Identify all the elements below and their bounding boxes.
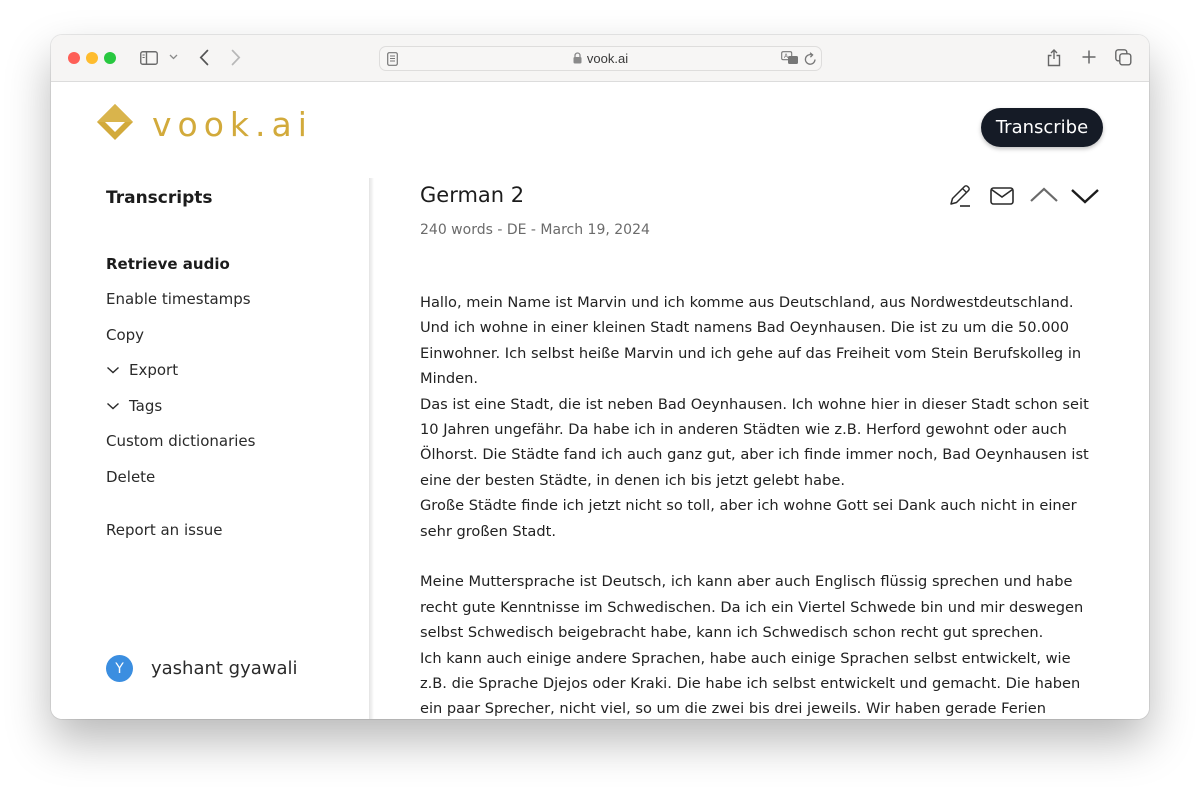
sidebar-item-label: Report an issue: [106, 521, 223, 539]
sidebar-item-label: Tags: [129, 397, 163, 415]
tab-overview-icon[interactable]: [1115, 49, 1132, 66]
web-page: vook.ai Transcribe Transcripts Retrieve …: [51, 83, 1149, 719]
transcribe-button[interactable]: Transcribe: [981, 108, 1103, 147]
edit-pencil-icon[interactable]: [947, 183, 973, 209]
transcript-line: ein paar Sprecher, nicht viel, so um die…: [420, 700, 1047, 718]
transcript-line: Ölhorst. Die Städte fand ich auch ganz g…: [420, 446, 1089, 464]
previous-chevron-up-icon[interactable]: [1029, 186, 1059, 206]
chevron-down-icon: [106, 365, 120, 375]
address-bar[interactable]: vook.ai A: [379, 46, 822, 71]
transcript-paragraph: Meine Muttersprache ist Deutsch, ich kan…: [420, 569, 1092, 719]
minimize-window-button[interactable]: [86, 52, 98, 64]
transcript-line: z.B. die Sprache Djejos oder Kraki. Die …: [420, 675, 1081, 693]
translate-icon[interactable]: A: [781, 51, 799, 66]
transcript-text[interactable]: Hallo, mein Name ist Marvin und ich komm…: [420, 290, 1092, 719]
sidebar-divider: [369, 178, 374, 719]
transcript-line: sehr großen Stadt.: [420, 522, 556, 540]
sidebar-item-enable-timestamps[interactable]: Enable timestamps: [106, 290, 251, 308]
sidebar-toggle-icon[interactable]: [140, 51, 158, 65]
sidebar: Transcripts Retrieve audio Enable timest…: [51, 178, 369, 719]
sidebar-item-tags[interactable]: Tags: [106, 397, 162, 415]
browser-toolbar: vook.ai A: [51, 35, 1149, 82]
zoom-window-button[interactable]: [104, 52, 116, 64]
sidebar-item-label: Retrieve audio: [106, 255, 230, 273]
share-icon[interactable]: [1047, 48, 1061, 67]
sidebar-item-label: Enable timestamps: [106, 290, 251, 308]
email-icon[interactable]: [989, 185, 1015, 207]
transcript-line: selbst Schwedisch beigebracht habe, kann…: [420, 624, 1044, 642]
transcript-panel: German 2 240 words - DE - March 19, 2024: [420, 178, 1100, 719]
chevron-down-icon: [106, 401, 120, 411]
next-chevron-down-icon[interactable]: [1070, 186, 1100, 206]
sidebar-item-report-issue[interactable]: Report an issue: [106, 521, 223, 539]
user-profile[interactable]: Y yashant gyawali: [106, 655, 298, 682]
document-title: German 2: [420, 183, 525, 207]
url-text: vook.ai: [586, 51, 629, 66]
forward-arrow-icon[interactable]: [231, 49, 241, 66]
logo-text: vook.ai: [152, 105, 313, 144]
transcript-line: 10 Jahren ungefähr. Da habe ich in ander…: [420, 421, 1067, 439]
sidebar-item-delete[interactable]: Delete: [106, 468, 155, 486]
transcript-line: recht gute Kenntnisse im Schwedischen. D…: [420, 598, 1084, 616]
plus-icon[interactable]: [1082, 50, 1096, 64]
sidebar-item-label: Export: [129, 361, 179, 379]
sidebar-item-custom-dictionaries[interactable]: Custom dictionaries: [106, 432, 255, 450]
transcript-line: Meine Muttersprache ist Deutsch, ich kan…: [420, 573, 1073, 591]
document-meta: 240 words - DE - March 19, 2024: [420, 222, 650, 238]
sidebar-item-retrieve-audio[interactable]: Retrieve audio: [106, 255, 230, 273]
transcript-line: Ich kann auch einige andere Sprachen, ha…: [420, 649, 1071, 667]
document-actions: [947, 183, 1100, 209]
close-window-button[interactable]: [68, 52, 80, 64]
url-display[interactable]: vook.ai: [380, 51, 821, 67]
sidebar-item-label: Custom dictionaries: [106, 432, 256, 450]
transcript-line: Einwohner. Ich selbst heiße Marvin und i…: [420, 344, 1082, 362]
browser-window: vook.ai A vook.ai Transcribe Transcripts…: [51, 35, 1149, 719]
chevron-down-icon[interactable]: [169, 54, 178, 60]
sidebar-item-export[interactable]: Export: [106, 361, 178, 379]
logo-diamond-icon: [96, 103, 134, 146]
logo[interactable]: vook.ai: [96, 103, 313, 146]
reload-icon[interactable]: [804, 52, 817, 66]
transcript-line: Große Städte finde ich jetzt nicht so to…: [420, 497, 1077, 515]
back-arrow-icon[interactable]: [199, 49, 209, 66]
transcript-line: Minden.: [420, 370, 479, 388]
transcript-paragraph: Hallo, mein Name ist Marvin und ich komm…: [420, 290, 1092, 544]
avatar: Y: [106, 655, 133, 682]
transcript-line: Hallo, mein Name ist Marvin und ich komm…: [420, 294, 1074, 311]
user-name: yashant gyawali: [151, 658, 298, 679]
sidebar-item-label: Copy: [106, 326, 145, 344]
transcript-line: eine der besten Städte, in denen ich bis…: [420, 471, 845, 489]
sidebar-item-copy[interactable]: Copy: [106, 326, 144, 344]
sidebar-item-label: Delete: [106, 468, 156, 486]
sidebar-title: Transcripts: [106, 188, 213, 208]
transcript-line: Und ich wohne in einer kleinen Stadt nam…: [420, 319, 1070, 337]
lock-icon: [573, 52, 582, 67]
transcript-line: Das ist eine Stadt, die ist neben Bad Oe…: [420, 395, 1089, 413]
